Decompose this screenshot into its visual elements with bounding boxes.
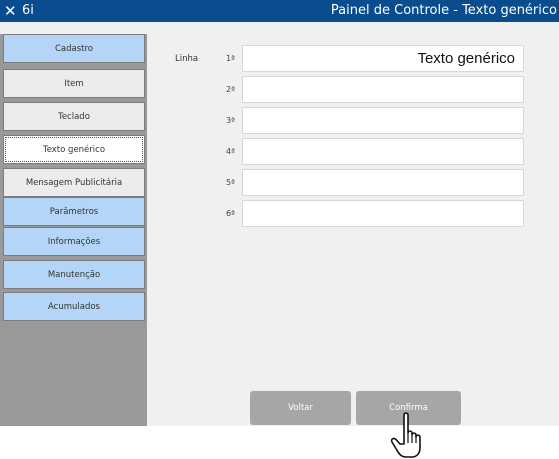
sidebar-item-label: Acumulados — [48, 301, 100, 312]
line-3-field[interactable] — [242, 107, 524, 134]
sidebar-item-label: Teclado — [58, 111, 90, 122]
sidebar-item-label: Parâmetros — [49, 206, 99, 217]
line-5-field[interactable] — [242, 169, 524, 196]
sidebar-item-informacoes[interactable]: Informações — [3, 227, 145, 256]
line-6-field[interactable] — [242, 200, 524, 227]
line-ordinal: 2ª — [226, 85, 235, 94]
back-button[interactable]: Voltar — [250, 391, 351, 425]
line-2-field[interactable] — [242, 76, 524, 103]
sidebar-item-label: Texto genérico — [42, 144, 106, 155]
window-title: Painel de Controle - Texto genérico — [330, 3, 557, 18]
header-strip — [0, 22, 559, 34]
app-name: 6i — [22, 3, 34, 18]
title-bar: ✕ 6i Painel de Controle - Texto genérico — [0, 0, 559, 22]
line-ordinal: 4ª — [226, 147, 235, 156]
sidebar-item-texto-generico[interactable]: Texto genérico — [3, 135, 145, 164]
line-ordinal: 1ª — [226, 54, 235, 63]
sidebar-item-label: Informações — [47, 236, 101, 247]
sidebar-item-manutencao[interactable]: Manutenção — [3, 260, 145, 289]
line-ordinal: 3ª — [226, 116, 235, 125]
sidebar-item-acumulados[interactable]: Acumulados — [3, 292, 145, 321]
sidebar-item-label: Cadastro — [54, 43, 94, 54]
sidebar-item-label: Manutenção — [47, 269, 101, 280]
sidebar-item-cadastro[interactable]: Cadastro — [3, 34, 145, 63]
sidebar-item-item[interactable]: Item — [3, 69, 145, 98]
close-icon[interactable]: ✕ — [4, 1, 17, 21]
line-4-field[interactable] — [242, 138, 524, 165]
line-1-field[interactable]: Texto genérico — [242, 45, 524, 72]
hand-pointer-icon — [390, 412, 421, 458]
sidebar-item-label: Mensagem Publicitária — [25, 177, 123, 188]
line-ordinal: 6ª — [226, 209, 235, 218]
sidebar-item-mensagem-publicitaria[interactable]: Mensagem Publicitária — [3, 168, 145, 197]
sidebar-item-label: Item — [64, 78, 84, 89]
linha-label: Linha — [175, 54, 199, 64]
line-ordinal: 5ª — [226, 178, 235, 187]
sidebar-item-teclado[interactable]: Teclado — [3, 102, 145, 131]
sidebar-item-parametros[interactable]: Parâmetros — [3, 197, 145, 226]
